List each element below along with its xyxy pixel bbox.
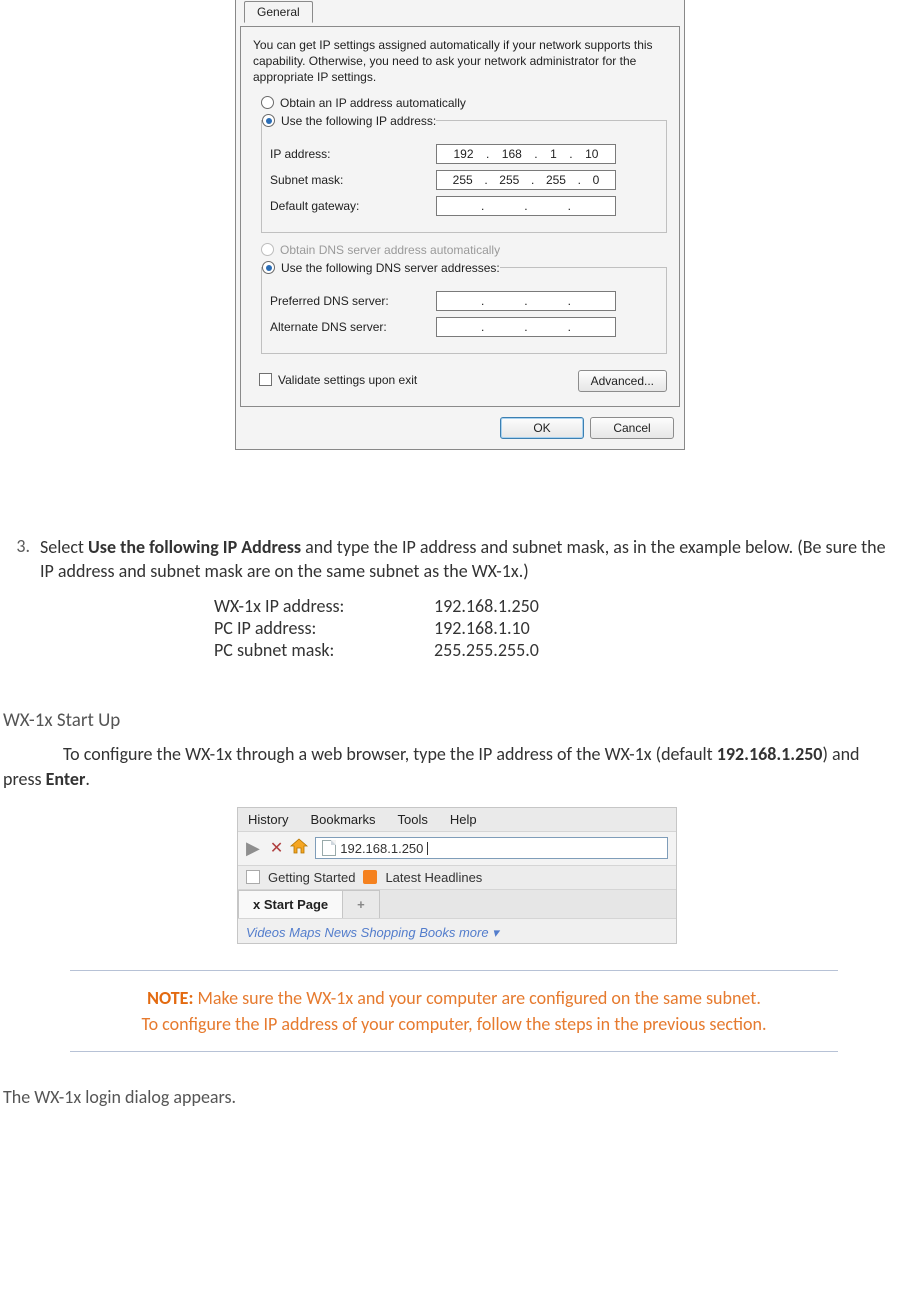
alternate-dns-label: Alternate DNS server: bbox=[266, 320, 426, 334]
browser-tabs: x Start Page + bbox=[238, 890, 676, 918]
dns-group: Use the following DNS server addresses: … bbox=[261, 261, 667, 354]
menu-bookmarks[interactable]: Bookmarks bbox=[310, 812, 375, 827]
page-icon bbox=[322, 840, 336, 856]
ip-address-input[interactable]: 192. 168. 1. 10 bbox=[436, 144, 616, 164]
page-links: Videos Maps News Shopping Books more ▾ bbox=[238, 918, 676, 943]
home-icon[interactable] bbox=[289, 837, 309, 860]
tab-new[interactable]: + bbox=[343, 890, 380, 918]
alternate-dns-input[interactable]: . . . bbox=[436, 317, 616, 337]
bookmark-getting-started[interactable]: Getting Started bbox=[268, 870, 355, 885]
startup-paragraph: To configure the WX-1x through a web bro… bbox=[3, 742, 898, 792]
default-gateway-input[interactable]: . . . bbox=[436, 196, 616, 216]
dialog-intro-text: You can get IP settings assigned automat… bbox=[253, 37, 667, 86]
menu-history[interactable]: History bbox=[248, 812, 288, 827]
divider bbox=[70, 1051, 838, 1052]
radio-use-dns[interactable] bbox=[262, 261, 275, 274]
browser-screenshot: History Bookmarks Tools Help ▶ ✕ 192.168… bbox=[237, 807, 908, 944]
step-text: Select Use the following IP Address and … bbox=[40, 535, 898, 584]
example-address-table: WX-1x IP address:192.168.1.250 PC IP add… bbox=[214, 595, 908, 661]
radio-obtain-dns: Obtain DNS server address automatically bbox=[261, 243, 667, 257]
radio-icon bbox=[261, 96, 274, 109]
radio-obtain-ip[interactable]: Obtain an IP address automatically bbox=[261, 96, 667, 110]
radio-label: Obtain an IP address automatically bbox=[280, 96, 466, 110]
bookmark-latest-headlines[interactable]: Latest Headlines bbox=[385, 870, 482, 885]
stop-icon[interactable]: ✕ bbox=[270, 838, 283, 858]
checkbox-label: Validate settings upon exit bbox=[278, 373, 417, 387]
validate-checkbox[interactable]: Validate settings upon exit bbox=[259, 373, 417, 387]
menu-help[interactable]: Help bbox=[450, 812, 477, 827]
ip-settings-dialog-screenshot: General You can get IP settings assigned… bbox=[235, 0, 908, 450]
url-text: 192.168.1.250 bbox=[340, 841, 423, 856]
step-3: 3. Select Use the following IP Address a… bbox=[0, 535, 908, 584]
browser-menu-bar: History Bookmarks Tools Help bbox=[238, 808, 676, 832]
radio-label: Use the following DNS server addresses: bbox=[281, 261, 500, 275]
table-row: PC IP address:192.168.1.10 bbox=[214, 617, 908, 639]
address-bar[interactable]: 192.168.1.250 bbox=[315, 837, 668, 859]
table-row: PC subnet mask:255.255.255.0 bbox=[214, 639, 908, 661]
ok-button[interactable]: OK bbox=[500, 417, 584, 439]
rss-icon bbox=[363, 870, 377, 884]
bookmark-toolbar: Getting Started Latest Headlines bbox=[238, 866, 676, 890]
radio-dot-icon bbox=[266, 265, 272, 271]
radio-label: Obtain DNS server address automatically bbox=[280, 243, 500, 257]
browser-toolbar: ▶ ✕ 192.168.1.250 bbox=[238, 832, 676, 866]
note-line2: To configure the IP address of your comp… bbox=[141, 1013, 766, 1035]
tab-general[interactable]: General bbox=[244, 1, 313, 23]
note-label: NOTE: bbox=[147, 987, 193, 1009]
preferred-dns-label: Preferred DNS server: bbox=[266, 294, 426, 308]
tab-start-page[interactable]: x Start Page bbox=[238, 890, 343, 918]
heading-startup: WX-1x Start Up bbox=[3, 709, 908, 732]
cancel-button[interactable]: Cancel bbox=[590, 417, 674, 439]
subnet-mask-input[interactable]: 255. 255. 255. 0 bbox=[436, 170, 616, 190]
table-row: WX-1x IP address:192.168.1.250 bbox=[214, 595, 908, 617]
note-line1: Make sure the WX-1x and your computer ar… bbox=[193, 987, 760, 1009]
radio-icon bbox=[261, 243, 274, 256]
radio-use-ip[interactable] bbox=[262, 114, 275, 127]
ip-address-group: Use the following IP address: IP address… bbox=[261, 114, 667, 233]
subnet-mask-label: Subnet mask: bbox=[266, 173, 426, 187]
preferred-dns-input[interactable]: . . . bbox=[436, 291, 616, 311]
bookmark-icon bbox=[246, 870, 260, 884]
radio-dot-icon bbox=[266, 118, 272, 124]
ip-address-label: IP address: bbox=[266, 147, 426, 161]
checkbox-icon bbox=[259, 373, 272, 386]
forward-icon[interactable]: ▶ bbox=[246, 838, 264, 859]
radio-label: Use the following IP address: bbox=[281, 114, 436, 128]
advanced-button[interactable]: Advanced... bbox=[578, 370, 667, 392]
default-gateway-label: Default gateway: bbox=[266, 199, 426, 213]
step-number: 3. bbox=[10, 535, 40, 584]
closing-text: The WX-1x login dialog appears. bbox=[3, 1086, 908, 1108]
note-box: NOTE: Make sure the WX-1x and your compu… bbox=[70, 970, 838, 1052]
menu-tools[interactable]: Tools bbox=[397, 812, 427, 827]
